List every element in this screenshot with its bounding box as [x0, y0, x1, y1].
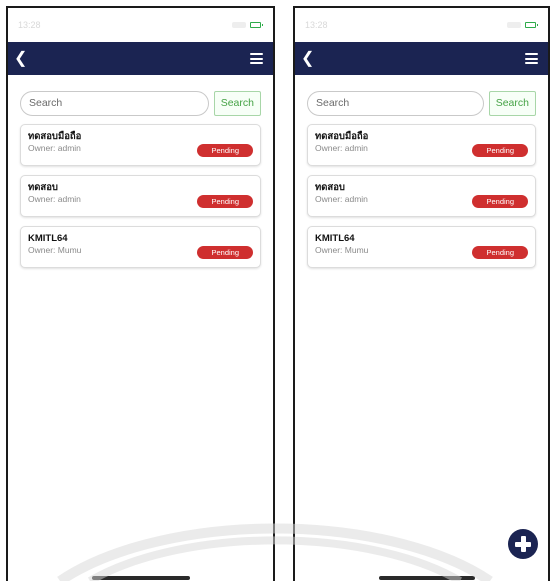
status-badge: Pending	[472, 144, 528, 157]
home-indicator[interactable]	[379, 576, 475, 580]
project-list-content: Search ทดสอบมือถือ Owner: admin Pending …	[8, 75, 273, 268]
search-input[interactable]	[307, 90, 484, 116]
back-icon[interactable]: ❮	[14, 50, 27, 67]
status-bar: 13:28	[8, 8, 273, 42]
project-card[interactable]: KMITL64 Owner: Mumu Pending	[20, 226, 261, 268]
home-indicator[interactable]	[92, 576, 190, 580]
project-title: ทดสอบมือถือ	[315, 131, 369, 142]
phone-screen-right: 13:28 ❮ Search ทดสอบมือถือ Owner: admin …	[293, 6, 550, 581]
status-bar: 13:28	[295, 8, 548, 42]
menu-icon[interactable]	[525, 53, 538, 64]
status-icons	[232, 22, 263, 28]
back-icon[interactable]: ❮	[301, 50, 314, 67]
status-badge: Pending	[197, 195, 253, 208]
search-row: Search	[307, 90, 536, 116]
battery-icon	[525, 22, 538, 28]
menu-icon[interactable]	[250, 53, 263, 64]
status-icons	[507, 22, 538, 28]
battery-icon	[250, 22, 263, 28]
status-badge: Pending	[472, 246, 528, 259]
project-card[interactable]: ทดสอบ Owner: admin Pending	[307, 175, 536, 217]
status-badge: Pending	[197, 246, 253, 259]
project-card[interactable]: KMITL64 Owner: Mumu Pending	[307, 226, 536, 268]
project-card[interactable]: ทดสอบมือถือ Owner: admin Pending	[20, 124, 261, 166]
project-title: KMITL64	[315, 233, 355, 244]
project-title: ทดสอบ	[315, 182, 345, 193]
status-time: 13:28	[305, 20, 328, 30]
status-time: 13:28	[18, 20, 41, 30]
top-navbar: ❮	[295, 42, 548, 75]
phone-screen-left: 13:28 ❮ Search ทดสอบมือถือ Owner: admin …	[6, 6, 275, 581]
project-title: KMITL64	[28, 233, 68, 244]
search-button[interactable]: Search	[488, 90, 536, 116]
search-button[interactable]: Search	[213, 90, 261, 116]
status-badge: Pending	[472, 195, 528, 208]
project-title: ทดสอบ	[28, 182, 58, 193]
signal-icon	[232, 22, 246, 28]
search-row: Search	[20, 90, 261, 116]
status-badge: Pending	[197, 144, 253, 157]
top-navbar: ❮	[8, 42, 273, 75]
project-list-content: Search ทดสอบมือถือ Owner: admin Pending …	[295, 75, 548, 268]
signal-icon	[507, 22, 521, 28]
add-icon[interactable]	[508, 529, 538, 559]
project-title: ทดสอบมือถือ	[28, 131, 82, 142]
project-card[interactable]: ทดสอบมือถือ Owner: admin Pending	[307, 124, 536, 166]
project-card[interactable]: ทดสอบ Owner: admin Pending	[20, 175, 261, 217]
search-input[interactable]	[20, 90, 209, 116]
